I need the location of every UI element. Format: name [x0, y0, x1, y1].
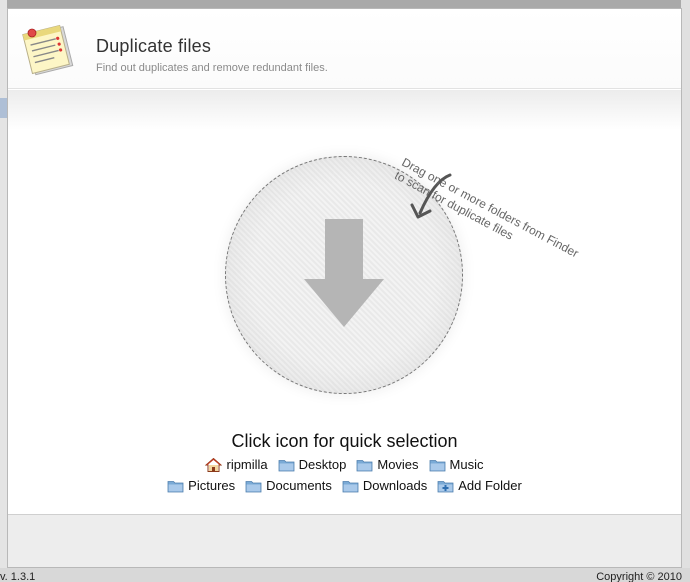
shortcut-music[interactable]: Music [429, 457, 484, 472]
home-icon [205, 457, 223, 472]
shortcut-pictures[interactable]: Pictures [167, 478, 235, 493]
page-subtitle: Find out duplicates and remove redundant… [96, 62, 328, 74]
version-label: v. 1.3.1 [0, 571, 36, 582]
content-top-shade [8, 90, 681, 130]
quick-selection-row-2: Pictures Documents Downloads Add Folder [8, 478, 681, 493]
add-folder-button[interactable]: Add Folder [437, 478, 522, 493]
document-list-icon [22, 24, 74, 76]
quick-selection-row-1: ripmilla Desktop Movies Music [8, 457, 681, 472]
shortcut-desktop-label: Desktop [298, 457, 347, 472]
background-window-left [0, 0, 7, 582]
copyright-label: Copyright © 2010 [596, 571, 682, 582]
shortcut-pictures-label: Pictures [188, 478, 236, 493]
folder-icon [167, 480, 184, 492]
shortcut-downloads-label: Downloads [362, 478, 428, 493]
shortcut-movies[interactable]: Movies [356, 457, 419, 472]
shortcut-documents-label: Documents [266, 478, 332, 493]
add-folder-icon [437, 480, 454, 492]
arrow-down-icon [304, 219, 384, 327]
add-folder-label: Add Folder [458, 478, 522, 493]
shortcut-music-label: Music [449, 457, 484, 472]
folder-icon [342, 480, 359, 492]
folder-icon [278, 459, 295, 471]
shortcut-home[interactable]: ripmilla [205, 457, 268, 472]
background-window-top [0, 0, 690, 8]
shortcut-movies-label: Movies [377, 457, 419, 472]
shortcut-desktop[interactable]: Desktop [278, 457, 347, 472]
panel-footer [8, 514, 681, 567]
background-window-right [681, 0, 690, 582]
folder-icon [245, 480, 262, 492]
shortcut-home-label: ripmilla [226, 457, 268, 472]
background-selection-highlight [0, 98, 7, 118]
background-status-bar: v. 1.3.1 Copyright © 2010 [0, 568, 690, 582]
shortcut-downloads[interactable]: Downloads [342, 478, 427, 493]
panel-header: Duplicate files Find out duplicates and … [8, 9, 681, 89]
folder-icon [356, 459, 373, 471]
shortcut-documents[interactable]: Documents [245, 478, 332, 493]
quick-selection-title: Click icon for quick selection [231, 431, 458, 451]
duplicate-files-panel: Duplicate files Find out duplicates and … [7, 8, 682, 568]
folder-icon [429, 459, 445, 471]
page-title: Duplicate files [96, 36, 212, 56]
